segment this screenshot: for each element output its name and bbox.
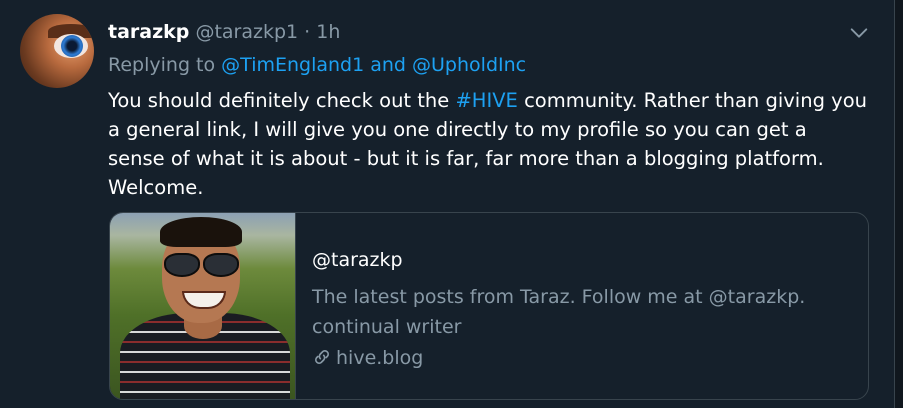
avatar[interactable]	[20, 14, 94, 88]
photo-sunglasses-right	[203, 253, 239, 277]
tweet-text: You should definitely check out the #HIV…	[108, 86, 868, 202]
photo-sunglasses-left	[164, 253, 200, 277]
link-preview-card[interactable]: @tarazkp The latest posts from Taraz. Fo…	[109, 212, 869, 400]
replying-to: Replying to @TimEngland1 and @UpholdInc	[108, 52, 526, 78]
card-domain: hive.blog	[312, 344, 852, 372]
window-scrollbar[interactable]	[894, 0, 903, 408]
display-name[interactable]: tarazkp	[108, 21, 189, 43]
card-title: @tarazkp	[312, 249, 403, 271]
separator-dot: ·	[304, 21, 311, 43]
reply-mentions-link[interactable]: @TimEngland1 and @UpholdInc	[221, 54, 526, 76]
hashtag-link[interactable]: #HIVE	[455, 89, 517, 112]
avatar-iris	[61, 35, 83, 57]
timestamp[interactable]: 1h	[316, 21, 340, 43]
user-handle[interactable]: @tarazkp1	[195, 21, 298, 43]
photo-hair	[160, 217, 242, 247]
tweet-header: tarazkp @tarazkp1 · 1h	[108, 19, 340, 45]
tweet-text-part1: You should definitely check out the	[108, 89, 456, 112]
card-description: The latest posts from Taraz. Follow me a…	[312, 286, 806, 338]
chevron-down-icon[interactable]	[848, 22, 870, 44]
card-profile-image	[110, 213, 296, 399]
card-domain-text: hive.blog	[336, 347, 424, 369]
card-body: @tarazkp The latest posts from Taraz. Fo…	[312, 247, 852, 372]
link-icon	[315, 350, 329, 364]
replying-to-label: Replying to	[108, 54, 216, 76]
